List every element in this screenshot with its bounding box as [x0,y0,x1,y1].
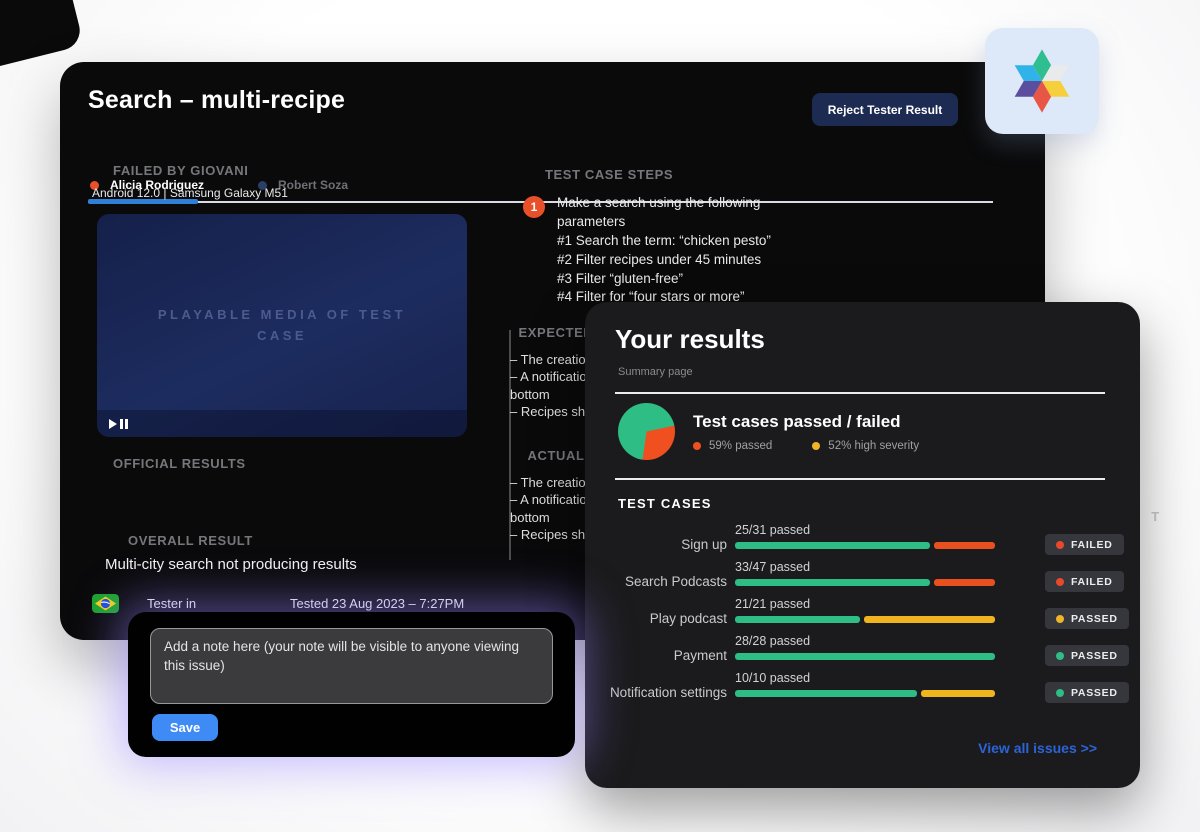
status-dot [1056,615,1064,623]
test-case-passed-count: 33/47 passed [735,560,810,574]
status-dot [1056,541,1064,549]
results-title: Your results [615,324,765,355]
test-case-progress-bar [735,542,995,549]
test-case-label: Notification settings [585,685,727,700]
status-dot [1056,652,1064,660]
status-label: PASSED [1071,650,1118,662]
test-case-row: Notification settings 10/10 passed PASSED [585,669,1140,706]
test-case-video-player[interactable]: PLAYABLE MEDIA OF TEST CASE [97,214,467,437]
chart-legend: 59% passed 52% high severity [693,440,919,452]
test-case-row: Sign up 25/31 passed FAILED [585,521,1140,558]
status-label: FAILED [1071,576,1113,588]
view-all-issues-link[interactable]: View all issues >> [978,740,1097,756]
status-badge: FAILED [1045,534,1124,555]
test-cases-heading: TEST CASES [618,496,712,511]
text-line: #3 Filter “gluten-free” [557,270,837,289]
test-case-label: Search Podcasts [585,574,727,589]
add-note-overlay: Save [128,612,575,757]
save-note-button[interactable]: Save [152,714,218,741]
status-badge: PASSED [1045,645,1129,666]
legend-item-passed: 59% passed [693,440,772,452]
test-case-row: Play podcast 21/21 passed PASSED [585,595,1140,632]
test-case-passed-count: 21/21 passed [735,597,810,611]
test-case-passed-count: 10/10 passed [735,671,810,685]
test-cases-list: Sign up25/31 passedFAILEDSearch Podcasts… [585,521,1140,706]
test-case-progress-bar [735,690,995,697]
text-line: Make a search using the following [557,194,837,213]
tab-label: Robert Soza [278,178,348,192]
test-case-label: Payment [585,648,727,663]
status-badge: PASSED [1045,682,1129,703]
legend-dot [812,442,820,450]
test-case-row: Payment 28/28 passed PASSED [585,632,1140,669]
text-line: parameters [557,213,837,232]
legend-dot [693,442,701,450]
media-placeholder-text: PLAYABLE MEDIA OF TEST CASE [132,305,432,345]
note-input[interactable] [150,628,553,704]
your-results-panel: Your results Summary page Test cases pas… [585,302,1140,788]
test-case-progress-bar [735,653,995,660]
status-label: PASSED [1071,687,1118,699]
status-label: PASSED [1071,613,1118,625]
page-title: Search – multi-recipe [88,86,345,115]
legend-label: 52% high severity [828,440,919,452]
step-description: Make a search using the followingparamet… [557,194,837,307]
overall-result-text: Multi-city search not producing results [105,556,357,573]
test-case-label: Sign up [585,537,727,552]
failed-by-heading: FAILED BY GIOVANI [113,163,248,178]
legend-label: 59% passed [709,440,772,452]
test-case-row: Search Podcasts 33/47 passed FAILED [585,558,1140,595]
test-case-progress-bar [735,579,995,586]
test-case-steps-heading: TEST CASE STEPS [545,167,673,182]
divider [615,392,1105,394]
test-case-passed-count: 25/31 passed [735,523,810,537]
status-dot [1056,689,1064,697]
cube-logo-icon [1004,41,1080,121]
overall-result-heading: OVERALL RESULT [128,533,253,548]
test-case-progress-bar [735,616,995,623]
divider [615,478,1105,480]
brazil-flag-icon [92,594,119,613]
status-label: FAILED [1071,539,1113,551]
status-dot [1056,578,1064,586]
pass-fail-pie-chart [618,403,675,460]
test-case-label: Play podcast [585,611,727,626]
tested-timestamp: Tested 23 Aug 2023 – 7:27PM [290,596,464,611]
device-info: Android 12.0 | Samsung Galaxy M51 [92,186,288,200]
video-controls-bar [97,410,467,437]
app-logo [985,28,1099,134]
text-line: #2 Filter recipes under 45 minutes [557,251,837,270]
legend-item-severity: 52% high severity [812,440,919,452]
status-badge: PASSED [1045,608,1129,629]
reject-tester-result-button[interactable]: Reject Tester Result [812,93,958,126]
status-badge: FAILED [1045,571,1124,592]
official-results-heading: OFFICIAL RESULTS [113,456,246,471]
results-subtitle: Summary page [618,366,693,378]
text-line: #1 Search the term: “chicken pesto” [557,232,837,251]
test-case-passed-count: 28/28 passed [735,634,810,648]
step-number-badge: 1 [523,196,545,218]
background-corner-shape [0,0,84,72]
summary-chart-title: Test cases passed / failed [693,412,901,432]
play-pause-icon[interactable] [109,419,128,429]
